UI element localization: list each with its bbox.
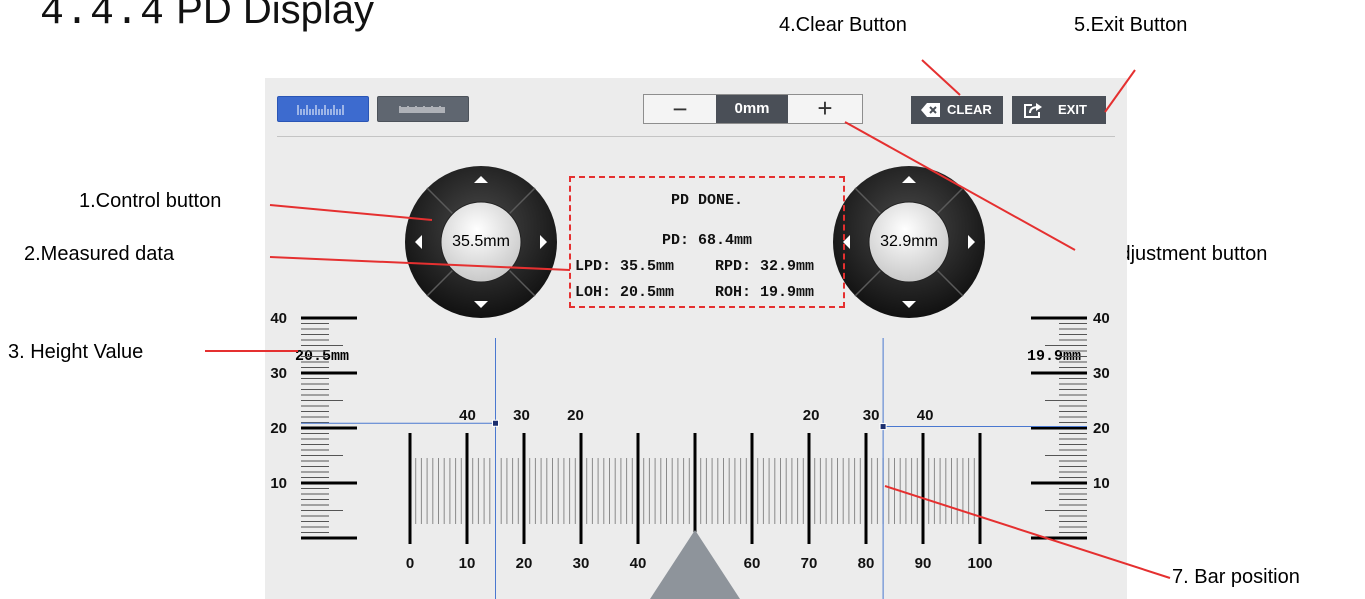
callout-line-exit bbox=[1104, 69, 1136, 113]
callout-line-control bbox=[269, 204, 433, 221]
callout-line-bar bbox=[884, 485, 1171, 579]
callout-line-measured bbox=[269, 256, 571, 271]
callout-line-adjust bbox=[844, 121, 1076, 251]
callout-line-clear bbox=[921, 59, 961, 96]
annotation-callouts bbox=[205, 59, 1171, 579]
